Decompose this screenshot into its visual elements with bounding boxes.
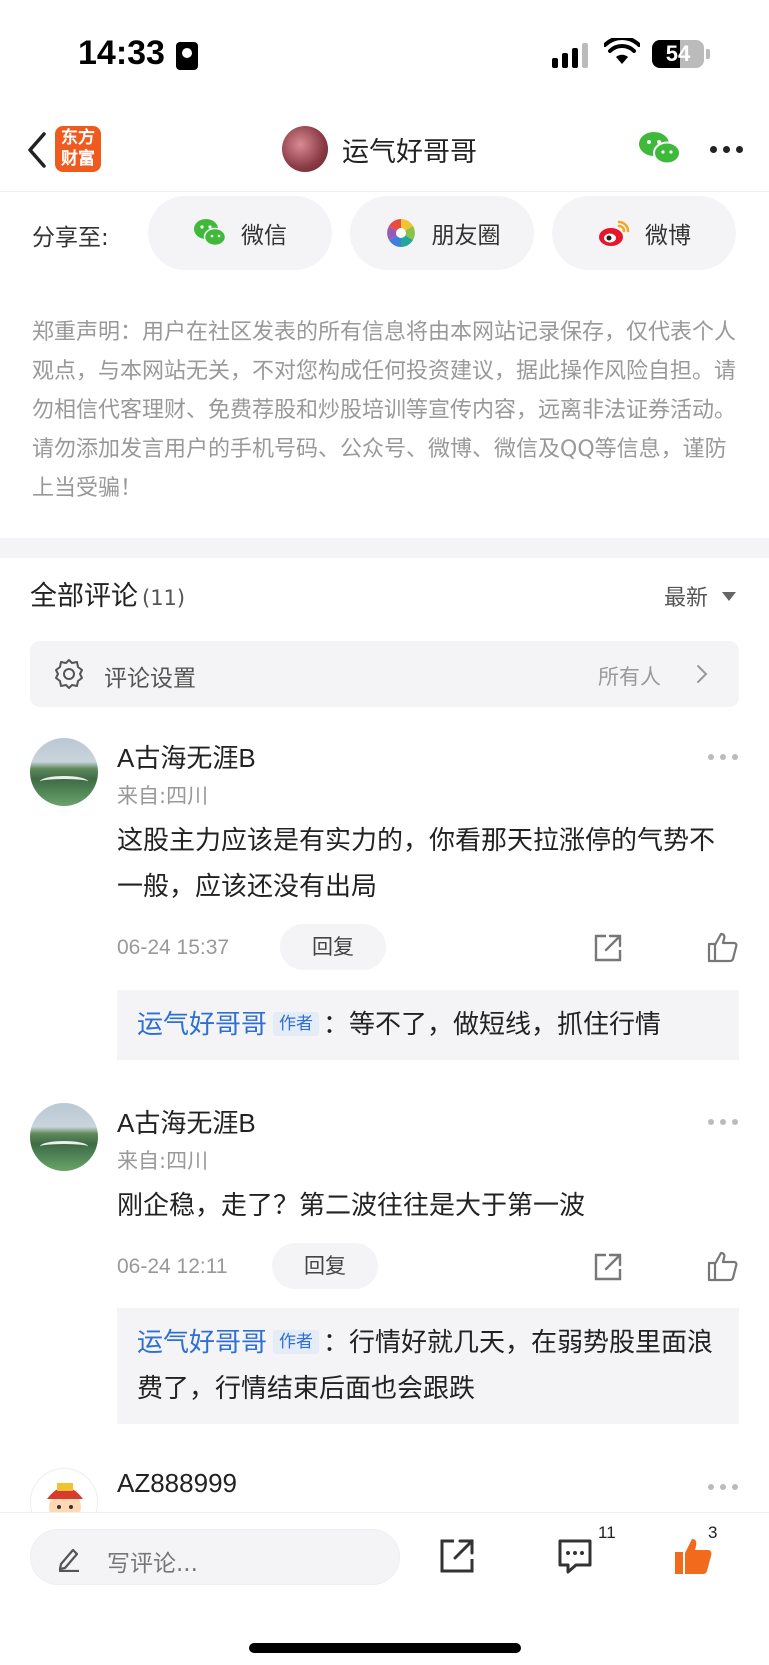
commenter-location: 来自:四川: [117, 1149, 209, 1173]
gear-icon: [55, 659, 83, 689]
author-badge: 作者: [273, 1012, 320, 1036]
share-weibo-label: 微博: [645, 223, 691, 249]
share-icon[interactable]: [438, 1537, 476, 1575]
back-icon[interactable]: [18, 128, 58, 172]
battery-level: 54: [665, 41, 691, 66]
reply-separator: ：: [323, 1010, 350, 1040]
commenter-location: 来自:四川: [117, 784, 209, 808]
share-wechat-label: 微信: [241, 223, 287, 249]
share-label: 分享至:: [32, 225, 109, 251]
comment-input[interactable]: 写评论...: [30, 1529, 400, 1585]
nav-bar: 东方 财富 运气好哥哥: [0, 110, 769, 192]
sort-dropdown[interactable]: 最新: [664, 580, 708, 612]
wifi-icon: [604, 38, 640, 64]
weibo-icon: [599, 220, 630, 246]
chevron-right-icon: [697, 665, 708, 683]
comments-title: 全部评论: [30, 581, 138, 612]
more-options-icon[interactable]: [708, 754, 738, 760]
commenter-name[interactable]: A古海无涯B: [117, 1103, 256, 1140]
status-time: 14:33: [78, 34, 165, 72]
share-row: 分享至: 微信 朋友圈 微博: [0, 192, 769, 272]
share-icon[interactable]: [592, 932, 624, 964]
share-icon[interactable]: [592, 1251, 624, 1283]
section-divider: [0, 538, 769, 558]
comment-settings-value: 所有人: [598, 665, 661, 689]
reply-button[interactable]: 回复: [280, 924, 386, 970]
thumbs-up-icon[interactable]: [706, 1249, 740, 1283]
more-options-icon[interactable]: [708, 1119, 738, 1125]
contact-card-icon: [176, 42, 198, 70]
bottom-bar: 写评论... 11 3: [0, 1512, 769, 1665]
reply-text: 等不了，做短线，抓住行情: [349, 1010, 662, 1040]
like-count-badge: 3: [708, 1523, 718, 1542]
commenter-avatar[interactable]: [30, 1103, 98, 1171]
app-logo[interactable]: 东方 财富: [55, 126, 101, 172]
comment-input-placeholder: 写评论...: [107, 1551, 198, 1577]
disclaimer-text: 郑重声明：用户在社区发表的所有信息将由本网站记录保存，仅代表个人观点，与本网站无…: [32, 320, 737, 501]
comment-text: 这股主力应该是有实力的，你看那天拉涨停的气势不一般，应该还没有出局: [117, 826, 716, 902]
comment-settings-label: 评论设置: [104, 666, 196, 692]
commenter-name[interactable]: AZ888999: [117, 1468, 237, 1499]
comments-header: 全部评论 (11): [30, 574, 185, 613]
reply-separator: ：: [323, 1328, 350, 1358]
share-moments-button[interactable]: 朋友圈: [350, 196, 534, 270]
home-indicator[interactable]: [249, 1643, 521, 1653]
cellular-signal-icon: [552, 40, 588, 68]
reply-author-name[interactable]: 运气好哥哥: [137, 1328, 267, 1358]
comment-icon[interactable]: [556, 1537, 594, 1575]
author-reply: 运气好哥哥 作者 ：等不了，做短线，抓住行情: [117, 990, 739, 1060]
share-weibo-button[interactable]: 微博: [552, 196, 736, 270]
share-wechat-button[interactable]: 微信: [148, 196, 332, 270]
reply-author-name[interactable]: 运气好哥哥: [137, 1010, 267, 1040]
comment-text: 刚企稳，走了？第二波往往是大于第一波: [117, 1191, 586, 1221]
reply-button[interactable]: 回复: [272, 1243, 378, 1289]
moments-icon: [386, 219, 415, 247]
author-avatar[interactable]: [282, 126, 328, 172]
commenter-name[interactable]: A古海无涯B: [117, 738, 256, 775]
wechat-icon[interactable]: [638, 130, 682, 168]
wechat-icon: [194, 219, 227, 247]
more-options-icon[interactable]: [710, 146, 746, 154]
status-bar: 14:33 54: [0, 0, 769, 110]
pencil-icon: [58, 1548, 79, 1572]
comment-time: 06-24 12:11: [117, 1255, 228, 1278]
author-reply: 运气好哥哥 作者 ：行情好就几天，在弱势股里面浪费了，行情结束后面也会跟跌: [117, 1308, 739, 1424]
comment-settings-row[interactable]: 评论设置 所有人: [30, 641, 739, 707]
battery-icon: 54: [652, 40, 704, 68]
caret-down-icon[interactable]: [722, 592, 736, 601]
thumbs-up-icon[interactable]: [706, 930, 740, 964]
comment-time: 06-24 15:37: [117, 936, 230, 959]
share-moments-label: 朋友圈: [431, 223, 501, 249]
more-options-icon[interactable]: [708, 1484, 738, 1490]
commenter-avatar[interactable]: [30, 738, 98, 806]
page-title[interactable]: 运气好哥哥: [342, 130, 477, 169]
author-badge: 作者: [273, 1330, 320, 1354]
comment-count-badge: 11: [598, 1523, 616, 1542]
comments-count: (11): [142, 586, 186, 610]
